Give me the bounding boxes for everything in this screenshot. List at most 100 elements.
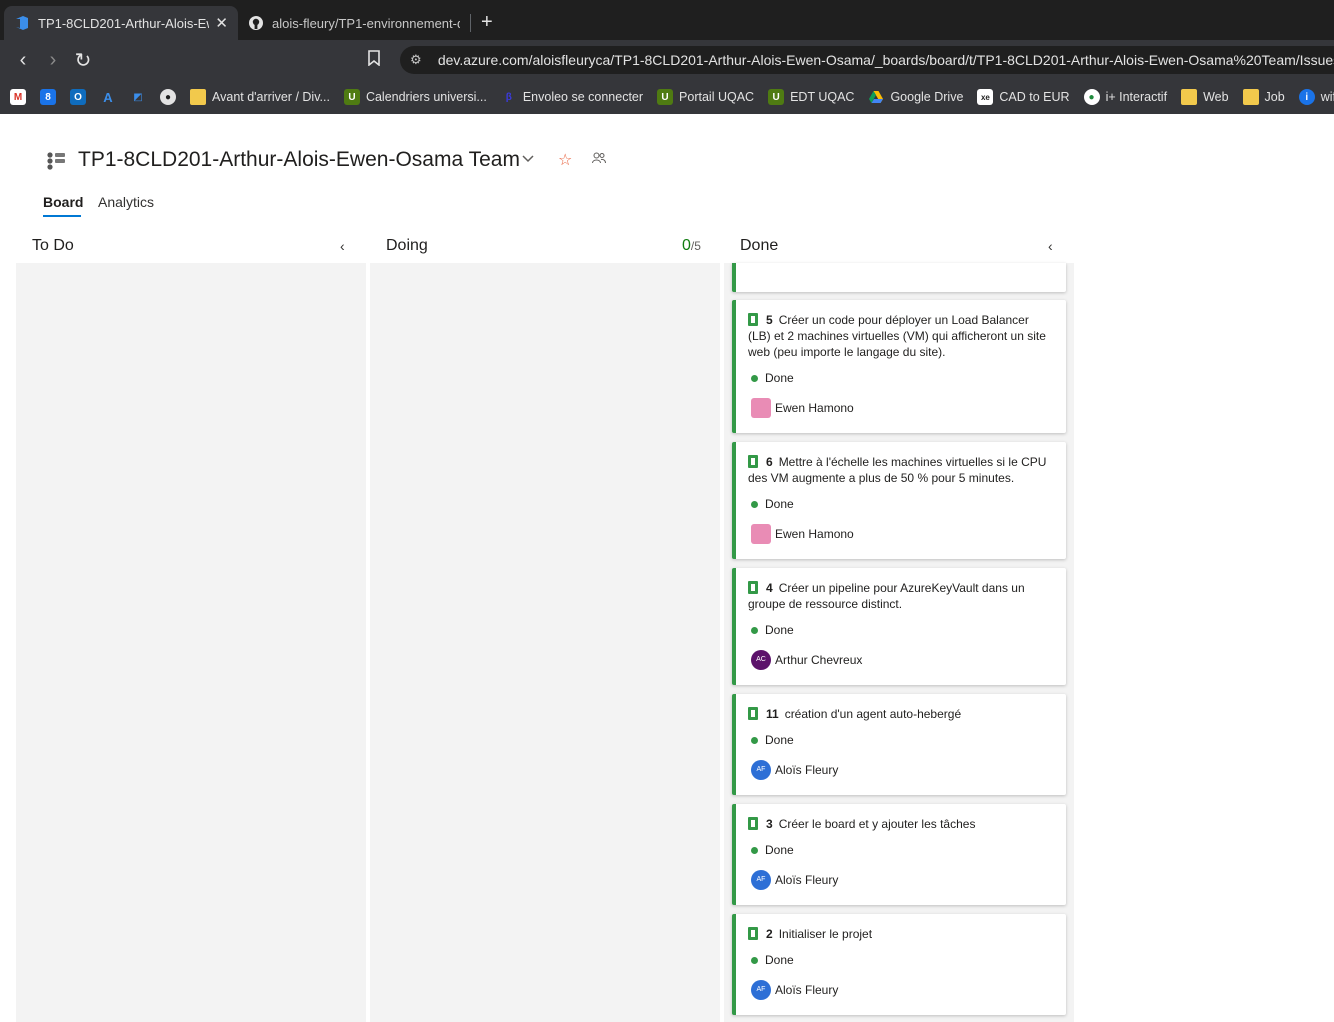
state-field[interactable]: Done xyxy=(748,952,1052,968)
card-title-line[interactable]: 6 Mettre à l'échelle les machines virtuel… xyxy=(748,454,1052,486)
work-item-title[interactable]: Mettre à l'échelle les machines virtuell… xyxy=(748,455,1046,485)
wip-max: /5 xyxy=(690,239,701,253)
bookmark-google-drive[interactable]: Google Drive xyxy=(868,89,963,105)
work-item-title[interactable]: Créer le board et y ajouter les tâches xyxy=(779,817,976,831)
work-item-title[interactable]: Initialiser le projet xyxy=(779,927,872,941)
state-field[interactable]: Done xyxy=(748,842,1052,858)
page-title: TP1-8CLD201-Arthur-Alois-Ewen-Osama Team xyxy=(78,148,520,171)
card-title-line[interactable]: 4 Créer un pipeline pour AzureKeyVault da… xyxy=(748,580,1052,612)
state-label: Done xyxy=(765,843,794,857)
bookmark-portail-uqac[interactable]: U Portail UQAC xyxy=(657,89,754,105)
column-header-todo: To Do xyxy=(32,237,74,254)
assignee-field[interactable]: Ewen Hamono xyxy=(748,524,1052,544)
assignee-field[interactable]: AF Aloïs Fleury xyxy=(748,870,1052,890)
state-label: Done xyxy=(765,497,794,511)
team-members-icon[interactable] xyxy=(592,152,606,167)
work-item-card[interactable]: 3 Créer le board et y ajouter les tâches … xyxy=(732,804,1066,905)
state-dot-icon xyxy=(751,626,758,634)
card-title-line[interactable]: 11 création d'un agent auto-hebergé xyxy=(748,706,1052,722)
bookmark-icon[interactable] xyxy=(368,49,388,71)
work-item-card[interactable]: 6 Mettre à l'échelle les machines virtuel… xyxy=(732,442,1066,559)
state-label: Done xyxy=(765,733,794,747)
bookmark-github[interactable]: ● xyxy=(160,89,176,105)
tab-azure-board[interactable]: TP1-8CLD201-Arthur-Alois-Ewen-Osama Team… xyxy=(4,6,238,40)
task-icon xyxy=(748,707,758,720)
collapse-column-icon[interactable]: ‹ xyxy=(1048,238,1053,254)
work-item-title[interactable]: Créer un code pour déployer un Load Bala… xyxy=(748,313,1046,359)
bookmark-folder-web[interactable]: Web xyxy=(1181,89,1229,105)
assignee-field[interactable]: AF Aloïs Fleury xyxy=(748,760,1052,780)
column-header-done: Done xyxy=(740,237,779,254)
collapse-column-icon[interactable]: ‹ xyxy=(340,238,345,254)
card-title-line[interactable]: 3 Créer le board et y ajouter les tâches xyxy=(748,816,1052,832)
column-header-doing: Doing xyxy=(386,237,428,254)
work-item-card[interactable]: 11 création d'un agent auto-hebergé Done … xyxy=(732,694,1066,795)
uqac-icon: U xyxy=(343,89,360,105)
back-icon[interactable]: ‹ xyxy=(8,49,38,72)
bookmark-folder-avant[interactable]: Avant d'arriver / Div... xyxy=(190,89,330,105)
tab-analytics[interactable]: Analytics xyxy=(98,194,154,210)
tab-github[interactable]: alois-fleury/TP1-environnement-deploieme… xyxy=(238,6,470,40)
bookmark-cad-to-eur[interactable]: xe CAD to EUR xyxy=(977,89,1070,105)
reload-icon[interactable]: ↻ xyxy=(68,48,98,73)
folder-icon xyxy=(1242,89,1259,105)
assignee-field[interactable]: AF Aloïs Fleury xyxy=(748,980,1052,1000)
lane-doing[interactable] xyxy=(370,263,720,1022)
site-settings-icon[interactable]: ⚙ xyxy=(410,52,438,68)
bookmark-interactif[interactable]: ● i+ Interactif xyxy=(1083,89,1168,105)
assignee-name: Aloïs Fleury xyxy=(775,763,839,777)
team-icon xyxy=(47,152,65,170)
bookmark-edt-uqac[interactable]: U EDT UQAC xyxy=(768,89,854,105)
bookmark-calendar[interactable]: 8 xyxy=(40,89,56,105)
new-tab-icon[interactable]: + xyxy=(481,11,493,34)
address-bar[interactable]: ⚙ dev.azure.com/aloisfleuryca/TP1-8CLD20… xyxy=(400,46,1334,74)
bookmark-label: Portail UQAC xyxy=(679,90,755,104)
bookmark-label: i+ Interactif xyxy=(1105,90,1168,104)
board-header: TP1-8CLD201-Arthur-Alois-Ewen-Osama Team… xyxy=(0,114,1334,218)
folder-icon xyxy=(190,89,206,105)
azure-boards-page: TP1-8CLD201-Arthur-Alois-Ewen-Osama Team… xyxy=(0,114,1334,1022)
bookmark-folder-job[interactable]: Job xyxy=(1242,89,1285,105)
state-field[interactable]: Done xyxy=(748,622,1052,638)
bookmark-label: Google Drive xyxy=(890,90,964,104)
state-dot-icon xyxy=(751,736,758,744)
work-item-card[interactable]: 4 Créer un pipeline pour AzureKeyVault da… xyxy=(732,568,1066,685)
avatar: AF xyxy=(751,870,771,890)
assignee-field[interactable]: Ewen Hamono xyxy=(748,398,1052,418)
lane-todo[interactable] xyxy=(16,263,366,1022)
close-icon[interactable]: ✕ xyxy=(215,14,228,32)
bookmark-azure-devops[interactable]: ◩ xyxy=(130,89,146,105)
state-dot-icon xyxy=(751,956,758,964)
task-icon xyxy=(748,581,758,594)
state-field[interactable]: Done xyxy=(748,496,1052,512)
gmail-icon: M xyxy=(10,89,26,105)
work-item-card-partial[interactable] xyxy=(732,263,1066,292)
work-item-card[interactable]: 5 Créer un code pour déployer un Load Bal… xyxy=(732,300,1066,433)
assignee-field[interactable]: AC Arthur Chevreux xyxy=(748,650,1052,670)
card-title-line[interactable]: 2 Initialiser le projet xyxy=(748,926,1052,942)
favorite-star-icon[interactable]: ☆ xyxy=(558,150,572,170)
bookmark-azure[interactable]: A xyxy=(100,89,116,105)
azure-devops-icon: ◩ xyxy=(130,89,146,105)
state-dot-icon xyxy=(751,846,758,854)
bookmark-label: Calendriers universi... xyxy=(365,90,487,104)
state-field[interactable]: Done xyxy=(748,370,1052,386)
info-icon: i xyxy=(1298,89,1315,105)
work-item-title[interactable]: Créer un pipeline pour AzureKeyVault dan… xyxy=(748,581,1025,611)
work-item-title[interactable]: création d'un agent auto-hebergé xyxy=(785,707,961,721)
bookmark-calendriers[interactable]: U Calendriers universi... xyxy=(343,89,487,105)
bookmark-wifi[interactable]: iwifi xyxy=(1298,89,1334,105)
chevron-down-icon[interactable] xyxy=(522,150,534,166)
work-item-card[interactable]: 2 Initialiser le projet Done AF Aloïs Fleu… xyxy=(732,914,1066,1015)
bookmark-gmail[interactable]: M xyxy=(10,89,26,105)
bookmark-label: EDT UQAC xyxy=(790,90,855,104)
bookmark-envoleo[interactable]: β Envoleo se connecter xyxy=(500,89,643,105)
state-field[interactable]: Done xyxy=(748,732,1052,748)
xe-icon: xe xyxy=(977,89,994,105)
forward-icon[interactable]: › xyxy=(38,49,68,72)
browser-tab-strip: TP1-8CLD201-Arthur-Alois-Ewen-Osama Team… xyxy=(0,0,1334,40)
bookmark-outlook[interactable]: O xyxy=(70,89,86,105)
tab-board[interactable]: Board xyxy=(43,194,83,210)
assignee-name: Aloïs Fleury xyxy=(775,873,839,887)
card-title-line[interactable]: 5 Créer un code pour déployer un Load Bal… xyxy=(748,312,1052,360)
